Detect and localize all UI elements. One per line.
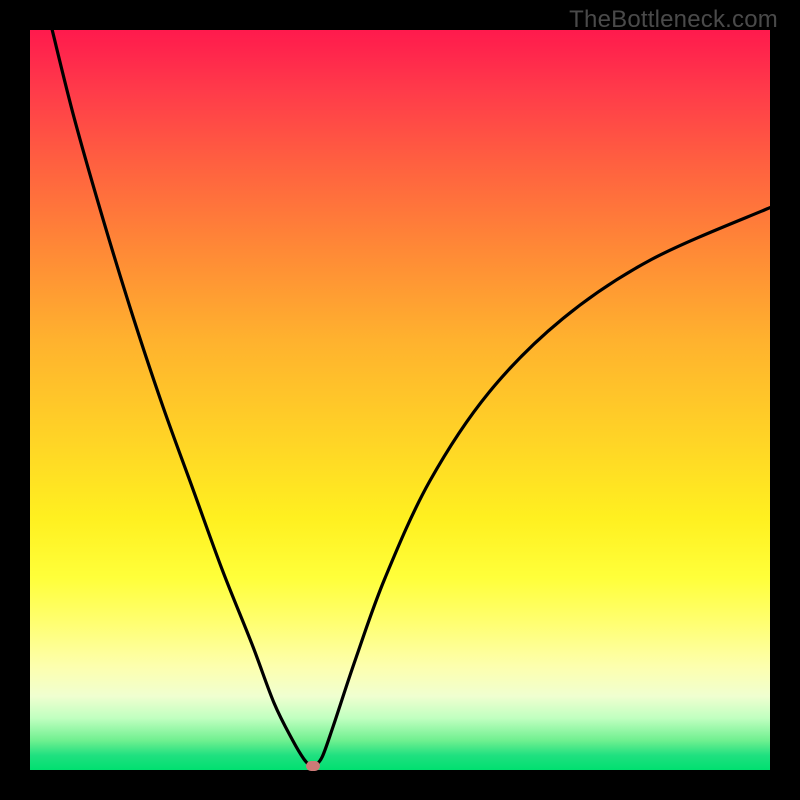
chart-frame: TheBottleneck.com: [0, 0, 800, 800]
bottleneck-curve: [52, 30, 770, 767]
plot-area: [30, 30, 770, 770]
curve-svg: [30, 30, 770, 770]
